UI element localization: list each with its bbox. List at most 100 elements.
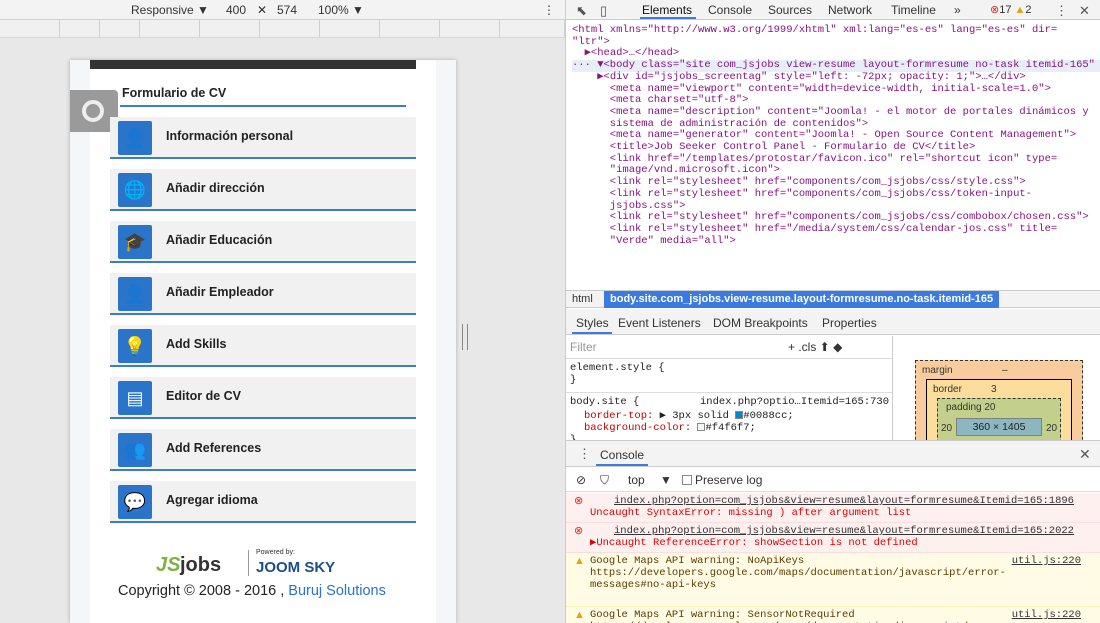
breadcrumb-html[interactable]: html (572, 293, 593, 305)
box-model-border[interactable]: border 3 padding 20 20 20 360 × 1405 (926, 379, 1072, 440)
lightbulb-icon: 💡 (118, 329, 152, 363)
menu-item-label: Información personal (166, 129, 294, 143)
document-icon: ▤ (118, 381, 152, 415)
menu-item-language[interactable]: 💬 Agregar idioma (110, 481, 416, 523)
tab-network[interactable]: Network (828, 3, 872, 17)
styles-pane: Filter + .cls ⬆ ◆ element.style { } body… (566, 336, 892, 440)
dom-node-line[interactable]: ▶<div id="jsjobs_screentag" style="left:… (572, 71, 1100, 84)
menu-item-employer[interactable]: 👤 Añadir Empleador (110, 273, 416, 315)
message-source-link[interactable]: util.js:220 (1012, 555, 1081, 567)
media-query-ruler[interactable] (0, 20, 565, 38)
dom-node-line[interactable]: <link rel="stylesheet" href="components/… (572, 188, 1100, 201)
graduation-cap-icon: 🎓 (118, 225, 152, 259)
message-text: Uncaught SyntaxError: missing ) after ar… (590, 507, 912, 519)
menu-item-personal-info[interactable]: 👤 Información personal (110, 117, 416, 159)
width-input[interactable]: 400 (226, 3, 246, 17)
warning-icon: ▲ (574, 555, 585, 567)
border-top-property[interactable]: border-top: ▶ 3px solid #0088cc; (584, 409, 794, 422)
box-model-content[interactable]: 360 × 1405 (956, 418, 1042, 436)
box-model: margin – border 3 padding 20 20 20 360 ×… (892, 336, 1100, 440)
top-dark-bar (90, 60, 416, 69)
menu-item-label: Añadir Empleador (166, 285, 274, 299)
tab-styles[interactable]: Styles (576, 316, 609, 330)
devtools-tab-bar: ⬉ ▯ Elements Console Sources Network Tim… (566, 0, 1100, 20)
tab-console[interactable]: Console (708, 3, 752, 17)
error-icon: ⊗ (574, 495, 584, 507)
styles-tab-bar: Styles Event Listeners DOM Breakpoints P… (566, 309, 1100, 335)
menu-item-education[interactable]: 🎓 Añadir Educación (110, 221, 416, 263)
jsjobs-logo-jobs: jobs (180, 554, 222, 576)
context-select[interactable]: top (628, 473, 645, 487)
message-text: Google Maps API warning: SensorNotRequir… (590, 609, 1006, 623)
console-warning-message[interactable]: ▲ util.js:220 Google Maps API warning: Sen… (566, 607, 1100, 623)
message-source-link[interactable]: index.php?option=com_jsjobs&view=resume&… (614, 495, 1074, 507)
zoom-select[interactable]: 100% ▼ (318, 3, 364, 17)
message-source-link[interactable]: util.js:220 (1012, 609, 1081, 621)
tab-console-drawer[interactable]: Console (600, 448, 644, 462)
menu-item-label: Add References (166, 441, 262, 455)
breadcrumb-body[interactable]: body.site.com_jsjobs.view-resume.layout-… (604, 291, 1000, 308)
device-emulation-pane: Responsive ▼ 400 ✕ 574 100% ▼ ⋮ Formular… (0, 0, 565, 623)
filter-icon[interactable]: ⛉ (600, 473, 609, 488)
lifebuoy-icon (82, 100, 104, 122)
device-toolbar: Responsive ▼ 400 ✕ 574 100% ▼ ⋮ (0, 0, 565, 20)
height-input[interactable]: 574 (277, 3, 297, 17)
footer-logos: JS jobs Powered by: JOOM SKY (156, 548, 366, 578)
element-style-rule: element.style { (570, 362, 665, 374)
tab-overflow[interactable]: » (954, 3, 961, 17)
dom-node-line[interactable]: <link rel="stylesheet" href="/media/syst… (572, 223, 1100, 236)
drawer-menu-icon[interactable]: ⋮ (578, 446, 591, 462)
menu-item-skills[interactable]: 💡 Add Skills (110, 325, 416, 367)
context-dropdown-icon[interactable]: ▼ (660, 473, 672, 487)
styles-filter-input[interactable]: Filter (570, 340, 597, 354)
tab-sources[interactable]: Sources (768, 3, 812, 17)
background-color-property[interactable]: background-color: #f4f6f7; (584, 422, 756, 434)
devtools-menu-icon[interactable]: ⋮ (1055, 3, 1068, 19)
viewport-resize-handle[interactable] (462, 324, 468, 350)
error-warning-counter[interactable]: ⊗17 ▲2 (990, 3, 1032, 16)
preserve-log-checkbox[interactable]: Preserve log (682, 473, 762, 487)
user-info-icon: 👤 (118, 121, 152, 155)
more-options-icon[interactable]: ⋮ (543, 3, 555, 17)
rule-close: } (570, 374, 577, 386)
styles-toolbar[interactable]: + .cls ⬆ ◆ (788, 340, 842, 354)
style-source-link[interactable]: index.php?optio…Itemid=165:730 (700, 396, 889, 408)
buruj-solutions-link[interactable]: Buruj Solutions (288, 583, 386, 599)
dom-node-line[interactable]: <meta name="description" content="Joomla… (572, 106, 1100, 119)
tab-timeline[interactable]: Timeline (891, 3, 936, 17)
message-text: Google Maps API warning: NoApiKeys https… (590, 555, 1006, 591)
tab-dom-breakpoints[interactable]: DOM Breakpoints (713, 316, 808, 330)
warning-count: 2 (1025, 4, 1032, 16)
message-text: ▶Uncaught ReferenceError: showSection is… (590, 537, 918, 549)
menu-item-cv-editor[interactable]: ▤ Editor de CV (110, 377, 416, 419)
dom-node-line[interactable]: "Verde" media="all"> (572, 235, 1100, 248)
console-error-message[interactable]: ⊗ index.php?option=com_jsjobs&view=resume… (566, 493, 1100, 523)
tab-elements[interactable]: Elements (642, 3, 692, 17)
copyright: Copyright © 2008 - 2016 , Buruj Solution… (118, 583, 386, 599)
box-model-margin[interactable]: margin – border 3 padding 20 20 20 360 ×… (915, 360, 1083, 440)
close-drawer-icon[interactable]: ✕ (1079, 446, 1091, 463)
box-model-padding[interactable]: padding 20 20 20 360 × 1405 (937, 398, 1061, 440)
console-warning-message[interactable]: ▲ util.js:220 Google Maps API warning: NoA… (566, 553, 1100, 607)
menu-item-address[interactable]: 🌐 Añadir dirección (110, 169, 416, 211)
close-icon[interactable]: ✕ (1079, 3, 1090, 19)
inspect-cursor-icon[interactable]: ⬉ (576, 3, 587, 19)
dimension-times: ✕ (257, 3, 268, 17)
globe-icon: 🌐 (118, 173, 152, 207)
device-select[interactable]: Responsive ▼ (131, 3, 209, 17)
menu-item-references[interactable]: 👥 Add References (110, 429, 416, 471)
clear-console-icon[interactable]: ⊘ (576, 473, 586, 487)
dom-tree[interactable]: <html xmlns="http://www.w3.org/1999/xhtm… (566, 21, 1100, 289)
tab-event-listeners[interactable]: Event Listeners (618, 316, 701, 330)
joomsky-logo: JOOM SKY (256, 559, 336, 576)
console-toolbar: ⊘ ⛉ top ▼ Preserve log (566, 468, 1100, 492)
message-source-link[interactable]: index.php?option=com_jsjobs&view=resume&… (614, 525, 1074, 537)
dom-node-line[interactable]: <title>Job Seeker Control Panel - Formul… (572, 141, 1100, 154)
copyright-text: Copyright © 2008 - 2016 , (118, 583, 285, 599)
menu-item-label: Añadir dirección (166, 181, 265, 195)
tab-properties[interactable]: Properties (822, 316, 877, 330)
dom-node-line[interactable]: <html xmlns="http://www.w3.org/1999/xhtm… (572, 24, 1100, 37)
device-mode-icon[interactable]: ▯ (600, 3, 607, 19)
console-error-message[interactable]: ⊗ index.php?option=com_jsjobs&view=resume… (566, 523, 1100, 553)
error-count: 17 (999, 4, 1012, 16)
